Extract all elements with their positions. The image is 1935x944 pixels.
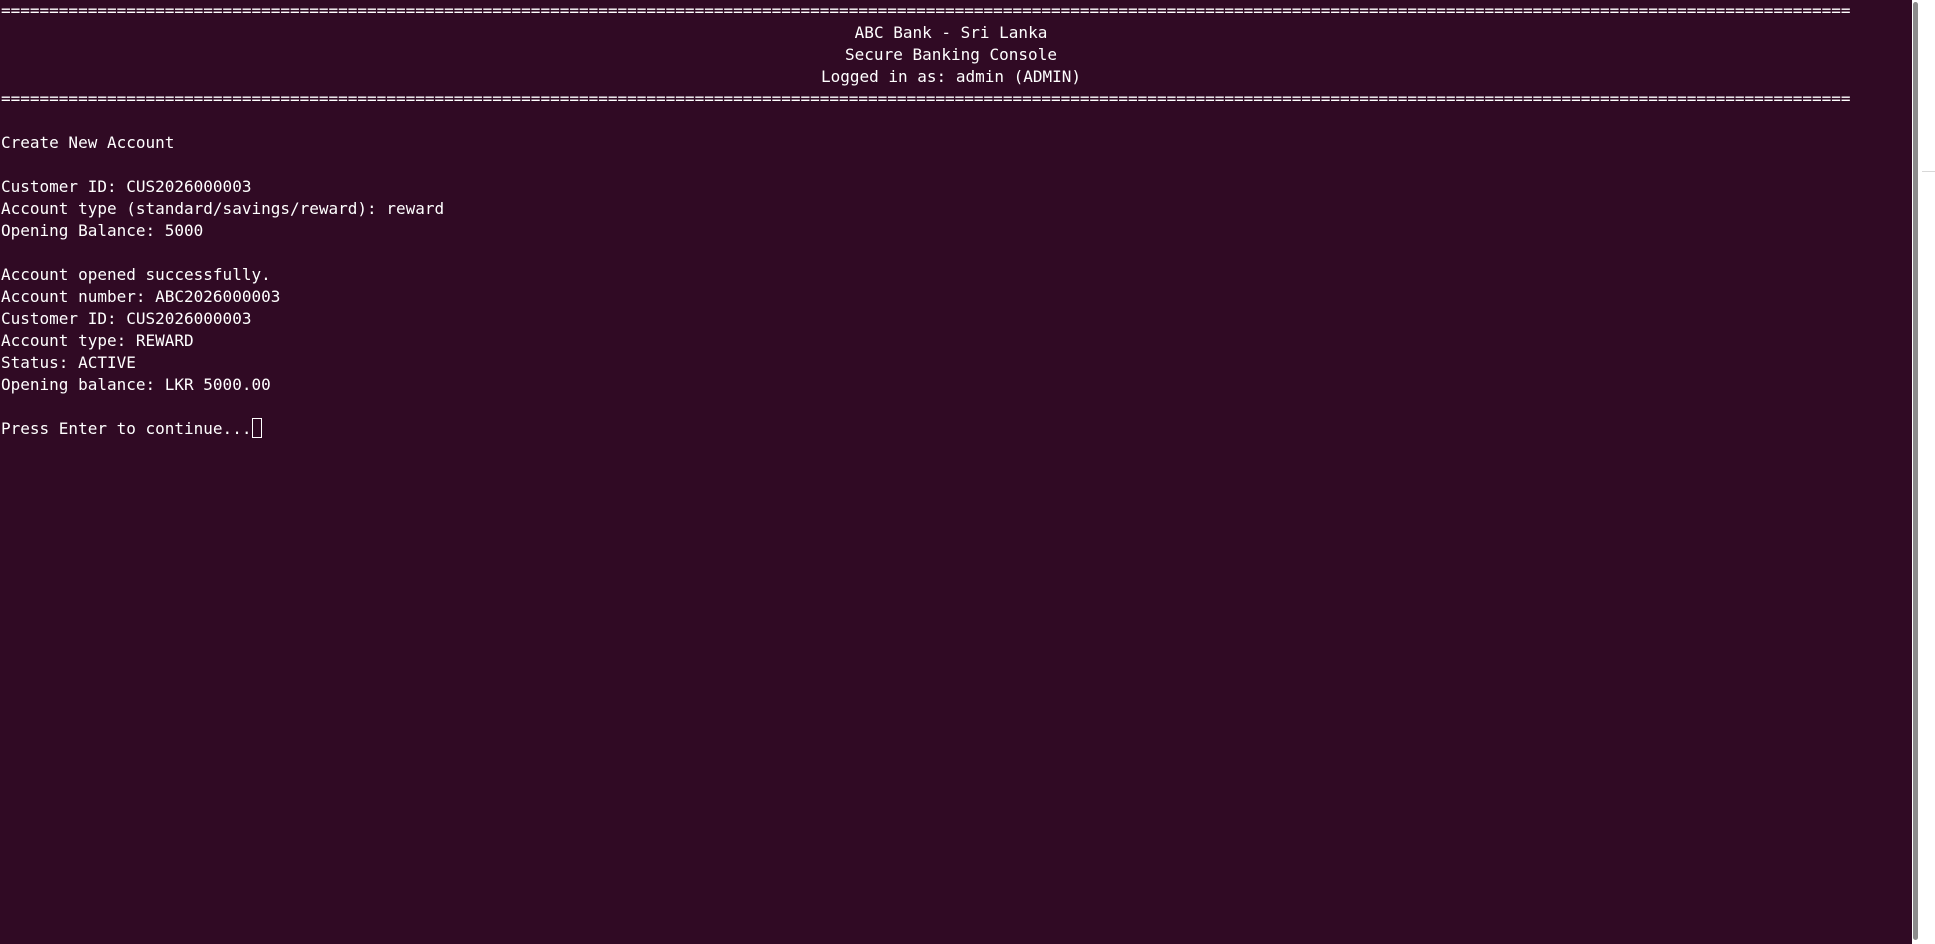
opening-balance-output: Opening balance: LKR 5000.00 [1,375,271,394]
terminal-scrollbar[interactable] [1912,0,1935,944]
account-type-input: Account type (standard/savings/reward): … [1,199,445,218]
prompt-line[interactable]: Press Enter to continue... [1,418,1901,440]
terminal-window[interactable]: ========================================… [0,0,1912,944]
section-title: Create New Account [1,133,175,152]
top-separator: ========================================… [1,1,1851,20]
console-name: Secure Banking Console [845,45,1057,64]
terminal-output: ========================================… [1,0,1901,440]
customer-id-output: Customer ID: CUS2026000003 [1,309,252,328]
bottom-separator: ========================================… [1,89,1851,108]
text-cursor [252,418,263,438]
success-message: Account opened successfully. [1,265,271,284]
scrollbar-thumb[interactable] [1913,2,1918,940]
bank-name: ABC Bank - Sri Lanka [854,23,1048,42]
window-edge-divider [1922,171,1935,172]
logged-in-user: Logged in as: admin (ADMIN) [820,67,1082,86]
status-output: Status: ACTIVE [1,353,136,372]
account-type-output: Account type: REWARD [1,331,194,350]
continue-prompt: Press Enter to continue... [1,419,252,438]
account-number-output: Account number: ABC2026000003 [1,287,281,306]
opening-balance-input: Opening Balance: 5000 [1,221,204,240]
customer-id-input: Customer ID: CUS2026000003 [1,177,252,196]
